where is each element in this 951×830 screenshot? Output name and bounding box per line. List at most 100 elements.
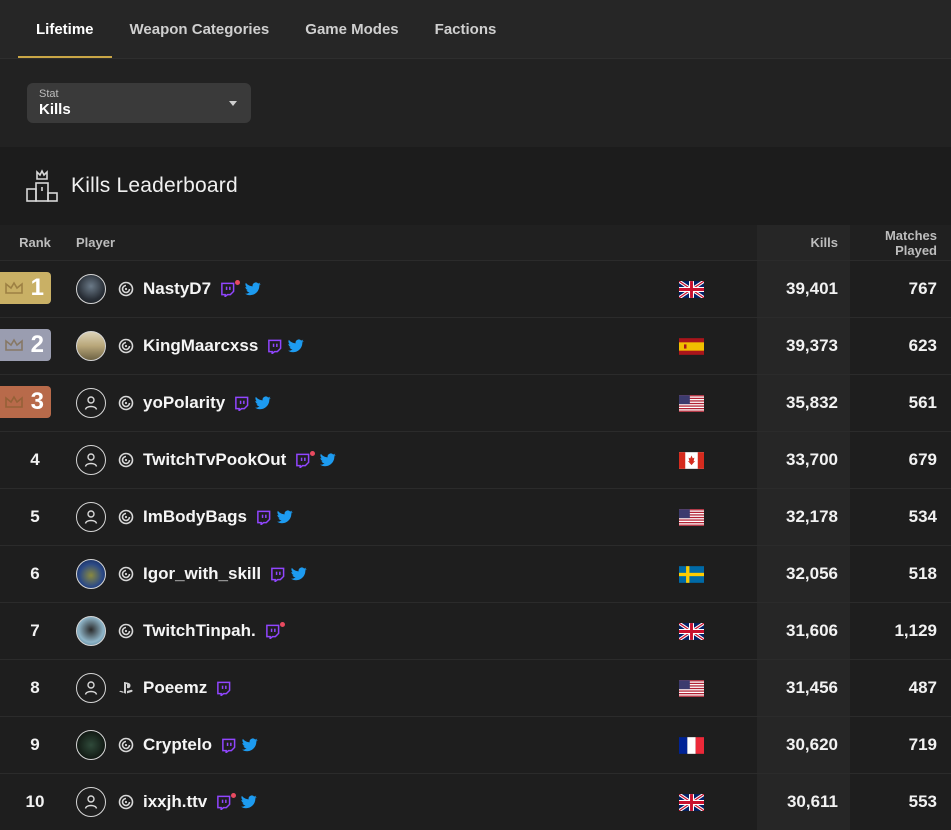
table-row[interactable]: 2 KingMaarcxss 39,373623 xyxy=(0,318,951,375)
player-name[interactable]: ixxjh.ttv xyxy=(143,792,207,812)
player-name[interactable]: Cryptelo xyxy=(143,735,212,755)
twitter-icon[interactable] xyxy=(255,396,271,410)
twitch-link[interactable] xyxy=(234,396,249,411)
country-cell xyxy=(679,261,757,318)
twitter-icon[interactable] xyxy=(242,738,258,752)
twitter-icon[interactable] xyxy=(320,453,336,467)
player-name[interactable]: TwitchTvPookOut xyxy=(143,450,286,470)
default-avatar-icon xyxy=(82,394,100,412)
twitter-link[interactable] xyxy=(288,339,304,353)
avatar[interactable] xyxy=(76,673,106,703)
social-links xyxy=(295,453,336,468)
rank-cell: 4 xyxy=(0,432,70,489)
matches-cell: 679 xyxy=(850,432,951,489)
twitter-link[interactable] xyxy=(255,396,271,410)
stat-select[interactable]: Stat Kills xyxy=(27,83,251,123)
player-name[interactable]: Igor_with_skill xyxy=(143,564,261,584)
leaderboard-app: Lifetime Weapon Categories Game Modes Fa… xyxy=(0,0,951,829)
twitch-link[interactable] xyxy=(267,339,282,354)
table-row[interactable]: 9 Cryptelo 30,620719 xyxy=(0,717,951,774)
platform-badge xyxy=(118,680,134,696)
player-cell: TwitchTinpah. xyxy=(70,603,679,660)
player-info: KingMaarcxss xyxy=(70,331,679,361)
table-row[interactable]: 8 Poeemz 31,456487 xyxy=(0,660,951,717)
social-links xyxy=(216,795,257,810)
platform-badge xyxy=(118,509,134,525)
social-links xyxy=(234,396,271,411)
tab-factions[interactable]: Factions xyxy=(417,0,515,58)
player-name[interactable]: TwitchTinpah. xyxy=(143,621,256,641)
twitch-link[interactable] xyxy=(220,282,235,297)
kills-cell: 32,056 xyxy=(757,546,850,603)
live-indicator-icon xyxy=(231,793,236,798)
table-row[interactable]: 3 yoPolarity 35,832561 xyxy=(0,375,951,432)
twitter-icon[interactable] xyxy=(288,339,304,353)
rank-badge: 1 xyxy=(0,272,51,304)
rank-cell: 8 xyxy=(0,660,70,717)
twitter-link[interactable] xyxy=(320,453,336,467)
player-name[interactable]: NastyD7 xyxy=(143,279,211,299)
twitter-icon[interactable] xyxy=(291,567,307,581)
kills-cell: 30,611 xyxy=(757,774,850,830)
country-flag-icon xyxy=(679,623,757,640)
avatar[interactable] xyxy=(76,559,106,589)
twitch-link[interactable] xyxy=(216,795,231,810)
player-name[interactable]: ImBodyBags xyxy=(143,507,247,527)
kills-column-header[interactable]: Kills xyxy=(757,225,850,261)
table-row[interactable]: 5 ImBodyBags 32,178534 xyxy=(0,489,951,546)
player-cell: NastyD7 xyxy=(70,261,679,318)
player-cell: Cryptelo xyxy=(70,717,679,774)
twitter-link[interactable] xyxy=(245,282,261,296)
twitter-link[interactable] xyxy=(241,795,257,809)
rank-number: 2 xyxy=(31,331,44,359)
twitter-icon[interactable] xyxy=(241,795,257,809)
rank-cell: 3 xyxy=(0,375,70,432)
player-info: Cryptelo xyxy=(70,730,679,760)
avatar[interactable] xyxy=(76,616,106,646)
table-row[interactable]: 4 TwitchTvPookOut 33,700679 xyxy=(0,432,951,489)
player-name[interactable]: Poeemz xyxy=(143,678,207,698)
table-row[interactable]: 6 Igor_with_skill 32,056518 xyxy=(0,546,951,603)
avatar[interactable] xyxy=(76,730,106,760)
default-avatar-icon xyxy=(82,679,100,697)
avatar[interactable] xyxy=(76,274,106,304)
player-info: ImBodyBags xyxy=(70,502,679,532)
tab-bar: Lifetime Weapon Categories Game Modes Fa… xyxy=(0,0,951,59)
twitch-link[interactable] xyxy=(216,681,231,696)
avatar[interactable] xyxy=(76,331,106,361)
leaderboard-header: Kills Leaderboard xyxy=(0,147,951,225)
twitter-link[interactable] xyxy=(277,510,293,524)
twitch-link[interactable] xyxy=(270,567,285,582)
tab-game-modes[interactable]: Game Modes xyxy=(287,0,416,58)
twitch-link[interactable] xyxy=(295,453,310,468)
twitch-icon xyxy=(216,681,231,696)
player-name[interactable]: yoPolarity xyxy=(143,393,225,413)
avatar[interactable] xyxy=(76,787,106,817)
ubisoft-icon xyxy=(118,281,134,297)
country-flag-icon xyxy=(679,281,757,298)
twitter-icon[interactable] xyxy=(245,282,261,296)
ubisoft-icon xyxy=(118,737,134,753)
matches-column-header[interactable]: Matches Played xyxy=(850,225,951,261)
avatar[interactable] xyxy=(76,502,106,532)
avatar[interactable] xyxy=(76,445,106,475)
twitch-link[interactable] xyxy=(256,510,271,525)
twitch-link[interactable] xyxy=(265,624,280,639)
avatar[interactable] xyxy=(76,388,106,418)
tab-weapon-categories[interactable]: Weapon Categories xyxy=(112,0,288,58)
default-avatar-icon xyxy=(82,451,100,469)
country-flag-icon xyxy=(679,566,757,583)
table-row[interactable]: 10 ixxjh.ttv 30,611553 xyxy=(0,774,951,830)
leaderboard-table: Rank Player Kills Matches Played 1 Nasty… xyxy=(0,225,951,830)
twitter-icon[interactable] xyxy=(277,510,293,524)
twitch-link[interactable] xyxy=(221,738,236,753)
table-row[interactable]: 7 TwitchTinpah. 31,6061,129 xyxy=(0,603,951,660)
player-name[interactable]: KingMaarcxss xyxy=(143,336,258,356)
twitter-link[interactable] xyxy=(242,738,258,752)
table-row[interactable]: 1 NastyD7 39,401767 xyxy=(0,261,951,318)
twitter-link[interactable] xyxy=(291,567,307,581)
twitch-icon xyxy=(295,453,310,468)
country-cell xyxy=(679,432,757,489)
tab-lifetime[interactable]: Lifetime xyxy=(18,0,112,58)
platform-badge xyxy=(118,452,134,468)
